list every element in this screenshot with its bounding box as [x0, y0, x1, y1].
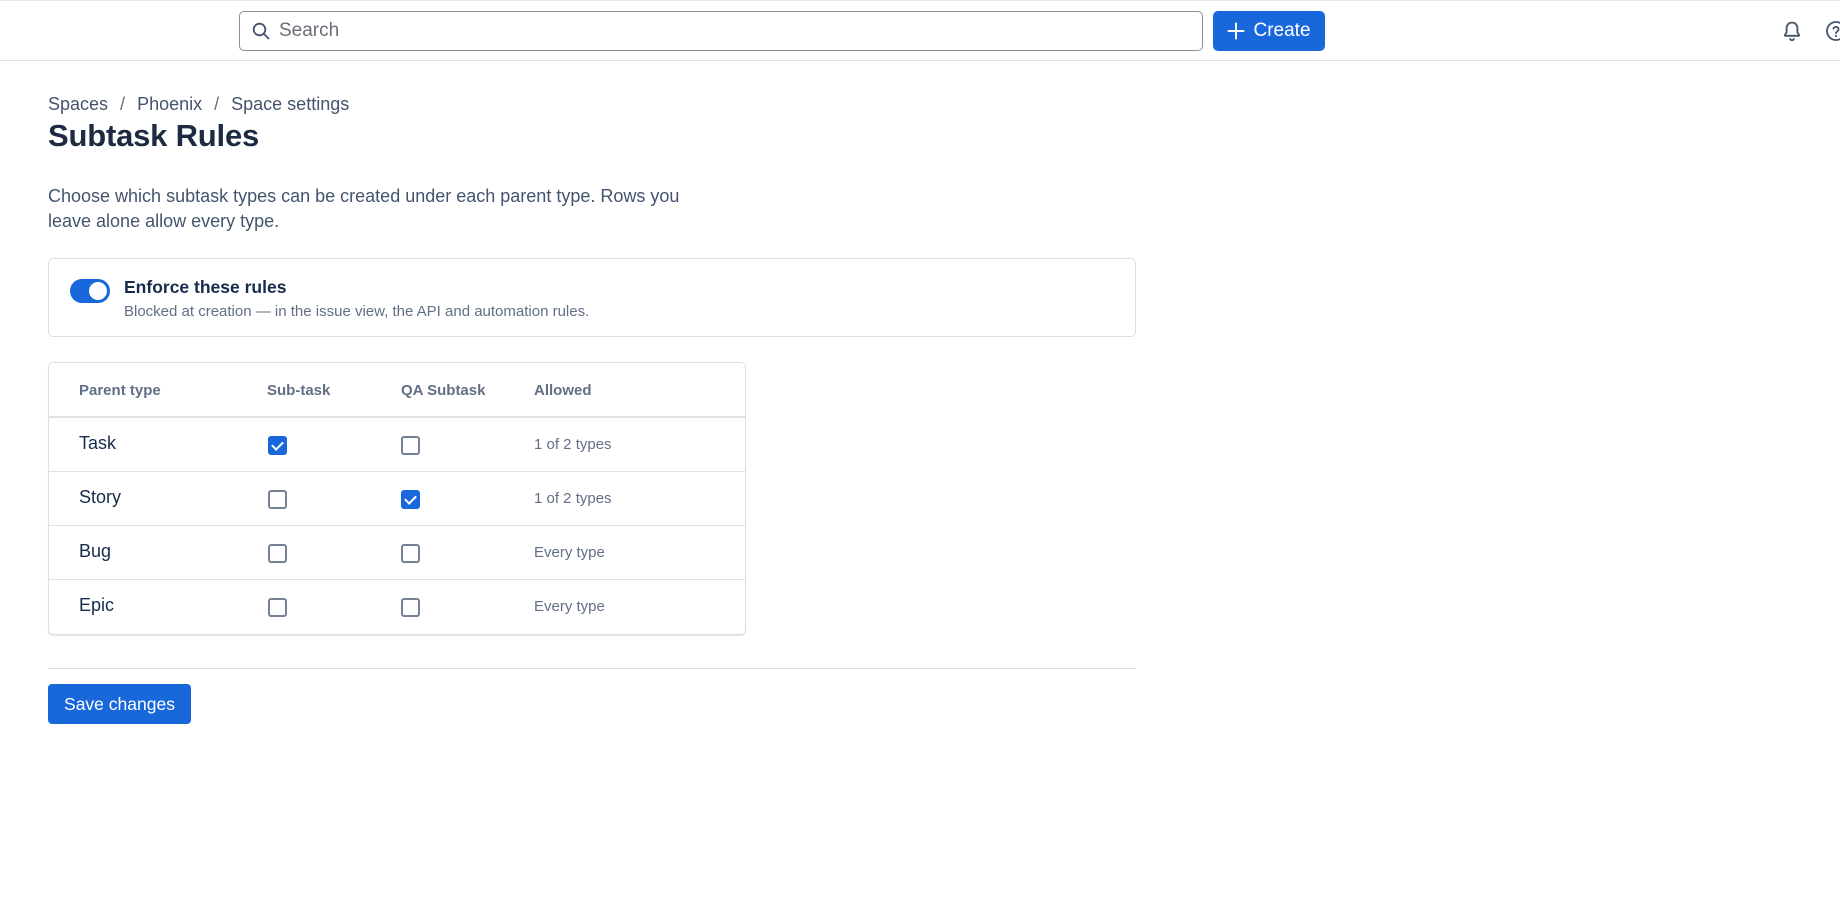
allowed-cell: Every type	[534, 598, 605, 615]
allowed-cell: 1 of 2 types	[534, 490, 612, 507]
search-icon	[252, 22, 270, 40]
create-button-label: Create	[1253, 20, 1311, 41]
header-sub-task: Sub-task	[267, 382, 331, 399]
search-box[interactable]	[239, 11, 1203, 51]
sub-task-checkbox[interactable]	[268, 598, 287, 617]
parent-type-cell: Epic	[79, 595, 115, 615]
breadcrumb-separator: /	[214, 94, 220, 114]
table-header: Parent type Sub-task QA Subtask Allowed	[49, 363, 745, 418]
breadcrumb: Spaces / Phoenix / Space settings	[48, 94, 349, 115]
qa-subtask-checkbox[interactable]	[401, 598, 420, 617]
qa-subtask-checkbox[interactable]	[401, 544, 420, 563]
top-navigation: Create	[0, 0, 1840, 61]
header-allowed: Allowed	[534, 382, 592, 399]
table-row: Bug Every type	[49, 526, 745, 580]
allowed-cell: 1 of 2 types	[534, 436, 612, 453]
page-title: Subtask Rules	[48, 118, 260, 153]
header-parent-type: Parent type	[79, 382, 161, 399]
allowed-cell: Every type	[534, 544, 605, 561]
enforce-rules-toggle[interactable]	[70, 279, 110, 303]
parent-type-cell: Story	[79, 487, 122, 507]
sub-task-checkbox[interactable]	[268, 544, 287, 563]
table-row: Story 1 of 2 types	[49, 472, 745, 526]
breadcrumb-space-settings[interactable]: Space settings	[231, 94, 349, 115]
sub-task-checkbox[interactable]	[268, 436, 287, 455]
parent-type-cell: Bug	[79, 541, 112, 561]
breadcrumb-spaces[interactable]: Spaces	[48, 94, 108, 115]
save-changes-button[interactable]: Save changes	[48, 684, 191, 724]
search-input[interactable]	[279, 20, 1159, 42]
create-button[interactable]: Create	[1213, 11, 1325, 51]
enforce-rules-subtitle: Blocked at creation — in the issue view,…	[124, 303, 590, 320]
breadcrumb-separator: /	[120, 94, 126, 114]
divider	[48, 668, 1136, 669]
sub-task-checkbox[interactable]	[268, 490, 287, 509]
page-description: Choose which subtask types can be create…	[48, 186, 680, 231]
bell-icon[interactable]	[1780, 19, 1804, 43]
breadcrumb-phoenix[interactable]: Phoenix	[137, 94, 202, 115]
enforce-rules-title: Enforce these rules	[124, 277, 287, 297]
subtask-rules-table: Parent type Sub-task QA Subtask Allowed …	[48, 362, 746, 635]
table-row: Task 1 of 2 types	[49, 418, 745, 472]
qa-subtask-checkbox[interactable]	[401, 490, 420, 509]
qa-subtask-checkbox[interactable]	[401, 436, 420, 455]
table-row: Epic Every type	[49, 580, 745, 634]
parent-type-cell: Task	[79, 433, 117, 453]
enforce-rules-card: Enforce these rules Blocked at creation …	[48, 258, 1136, 337]
header-qa-subtask: QA Subtask	[401, 382, 486, 399]
help-icon[interactable]	[1824, 19, 1840, 43]
plus-icon	[1227, 22, 1245, 40]
